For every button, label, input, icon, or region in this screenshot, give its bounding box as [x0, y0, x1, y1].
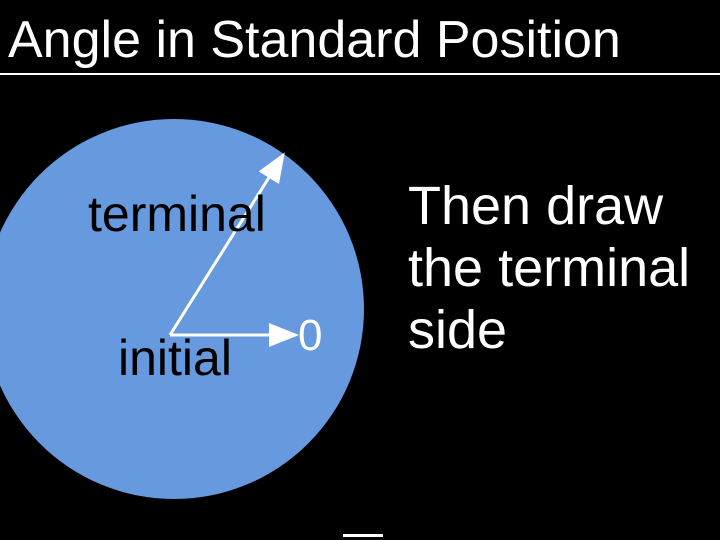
page-title: Angle in Standard Position	[0, 0, 720, 75]
terminal-label: terminal	[88, 185, 266, 243]
bottom-accent-rule	[343, 534, 383, 537]
diagram-area: terminal initial 0 Then draw the termina…	[0, 75, 720, 535]
initial-label: initial	[118, 329, 232, 387]
instruction-text: Then draw the terminal side	[408, 175, 718, 361]
zero-label: 0	[298, 311, 322, 361]
angle-circle	[0, 119, 364, 499]
